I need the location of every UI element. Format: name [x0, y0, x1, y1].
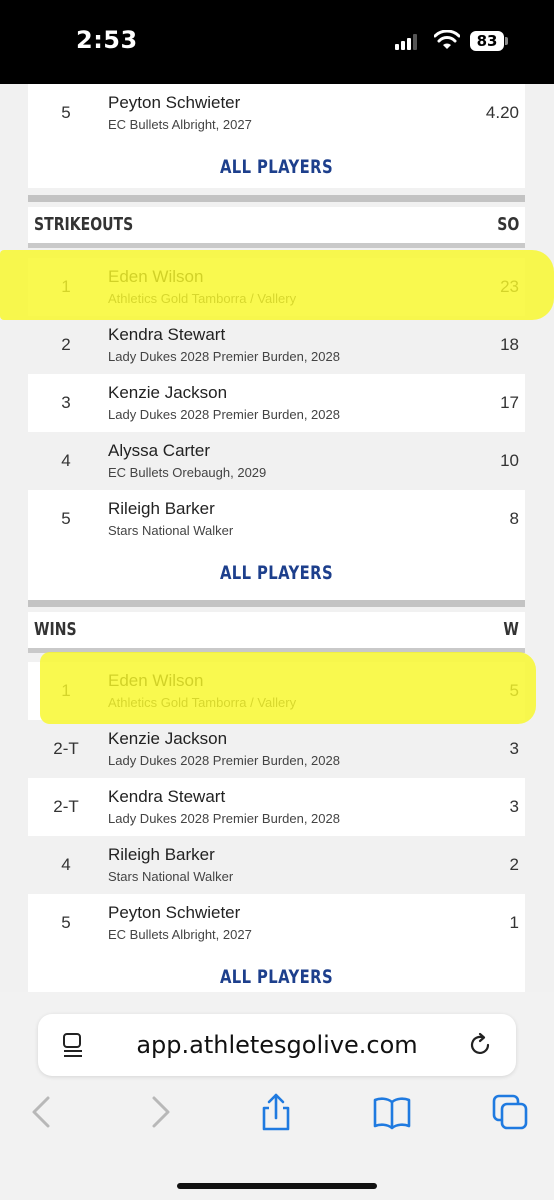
leaderboard-row[interactable]: 5 Peyton Schwieter EC Bullets Albright, …	[28, 894, 525, 952]
strikeouts-table: 1 Eden Wilson Athletics Gold Tamborra / …	[28, 258, 525, 606]
leaderboard-row[interactable]: 5 Peyton Schwieter EC Bullets Albright, …	[28, 84, 525, 142]
player-name: Rileigh Barker	[108, 499, 215, 518]
leaderboard-row[interactable]: 1 Eden Wilson Athletics Gold Tamborra / …	[28, 662, 525, 720]
stat-value: 23	[500, 277, 519, 296]
player-team: Lady Dukes 2028 Premier Burden, 2028	[108, 349, 340, 364]
all-players-link[interactable]: ALL PLAYERS	[83, 952, 471, 992]
status-bar: 2:53 83	[0, 0, 554, 84]
leaderboard-row[interactable]: 2 Kendra Stewart Lady Dukes 2028 Premier…	[28, 316, 525, 374]
wins-table: 1 Eden Wilson Athletics Gold Tamborra / …	[28, 662, 525, 992]
row-rank: 2-T	[53, 797, 79, 816]
player-team: EC Bullets Orebaugh, 2029	[108, 465, 267, 480]
player-name: Eden Wilson	[108, 671, 204, 690]
stat-value: 17	[500, 393, 519, 412]
player-name: Peyton Schwieter	[108, 903, 241, 922]
leaderboard-row[interactable]: 4 Alyssa Carter EC Bullets Orebaugh, 202…	[28, 432, 525, 490]
address-bar[interactable]: app.athletesgolive.com	[38, 1014, 516, 1076]
leaderboard-page: 5 Peyton Schwieter EC Bullets Albright, …	[0, 84, 554, 992]
status-time: 2:53	[76, 26, 138, 54]
strikeouts-header: STRIKEOUTS SO	[28, 207, 525, 243]
player-team: Lady Dukes 2028 Premier Burden, 2028	[108, 407, 340, 422]
player-name: Rileigh Barker	[108, 845, 215, 864]
row-rank: 5	[61, 103, 71, 122]
stat-value: 10	[500, 451, 519, 470]
back-icon[interactable]	[22, 1092, 62, 1132]
player-team: Lady Dukes 2028 Premier Burden, 2028	[108, 753, 340, 768]
player-team: Athletics Gold Tamborra / Vallery	[108, 291, 297, 306]
player-team: EC Bullets Albright, 2027	[108, 117, 252, 132]
player-team: Stars National Walker	[108, 523, 234, 538]
forward-icon[interactable]	[140, 1092, 180, 1132]
section-title: STRIKEOUTS	[34, 214, 134, 235]
section-divider	[28, 600, 525, 607]
stat-value: 8	[509, 509, 519, 528]
row-rank: 4	[61, 451, 71, 470]
stat-value: 1	[509, 913, 519, 932]
bookmarks-icon[interactable]	[372, 1092, 412, 1132]
player-name: Peyton Schwieter	[108, 93, 241, 112]
player-team: Stars National Walker	[108, 869, 234, 884]
wifi-icon	[434, 30, 460, 49]
leaderboard-row[interactable]: 2-T Kendra Stewart Lady Dukes 2028 Premi…	[28, 778, 525, 836]
leaderboard-row[interactable]: 4 Rileigh Barker Stars National Walker 2	[28, 836, 525, 894]
section-divider	[28, 195, 525, 202]
battery-tip	[505, 37, 508, 45]
row-rank: 2	[61, 335, 71, 354]
all-players-link[interactable]: ALL PLAYERS	[83, 142, 471, 192]
all-players-link[interactable]: ALL PLAYERS	[83, 548, 471, 598]
reload-icon[interactable]	[466, 1031, 494, 1059]
player-team: Athletics Gold Tamborra / Vallery	[108, 695, 297, 710]
row-rank: 4	[61, 855, 71, 874]
player-team: Lady Dukes 2028 Premier Burden, 2028	[108, 811, 340, 826]
browser-toolbar: app.athletesgolive.com	[0, 992, 554, 1200]
row-rank: 3	[61, 393, 71, 412]
stat-value: 4.20	[485, 103, 519, 122]
row-rank: 5	[61, 509, 71, 528]
leaderboard-row[interactable]: 1 Eden Wilson Athletics Gold Tamborra / …	[28, 258, 525, 316]
stat-value: 18	[500, 335, 519, 354]
column-label: W	[503, 619, 519, 640]
column-label: SO	[496, 214, 519, 235]
previous-stat-panel: 5 Peyton Schwieter EC Bullets Albright, …	[28, 84, 525, 188]
stat-value: 5	[509, 681, 519, 700]
row-rank: 1	[61, 277, 71, 296]
stat-value: 3	[509, 739, 519, 758]
leaderboard-row[interactable]: 2-T Kenzie Jackson Lady Dukes 2028 Premi…	[28, 720, 525, 778]
row-rank: 5	[61, 913, 71, 932]
leaderboard-row[interactable]: 3 Kenzie Jackson Lady Dukes 2028 Premier…	[28, 374, 525, 432]
wins-header: WINS W	[28, 612, 525, 648]
header-underline	[28, 648, 525, 653]
share-icon[interactable]	[256, 1092, 296, 1132]
player-name: Kendra Stewart	[108, 787, 226, 806]
row-rank: 1	[61, 681, 71, 700]
player-name: Kenzie Jackson	[108, 383, 228, 402]
cellular-signal-icon	[395, 34, 421, 50]
home-indicator	[177, 1183, 377, 1189]
tabs-icon[interactable]	[490, 1092, 530, 1132]
stat-value: 3	[509, 797, 519, 816]
player-name: Kenzie Jackson	[108, 729, 228, 748]
stat-value: 2	[509, 855, 519, 874]
row-rank: 2-T	[53, 739, 79, 758]
url-text[interactable]: app.athletesgolive.com	[38, 1014, 516, 1076]
player-name: Eden Wilson	[108, 267, 204, 286]
player-name: Alyssa Carter	[108, 441, 211, 460]
header-underline	[28, 243, 525, 248]
section-title: WINS	[34, 619, 77, 640]
leaderboard-row[interactable]: 5 Rileigh Barker Stars National Walker 8	[28, 490, 525, 548]
player-name: Kendra Stewart	[108, 325, 226, 344]
battery-indicator: 83	[470, 31, 504, 51]
player-team: EC Bullets Albright, 2027	[108, 927, 252, 942]
